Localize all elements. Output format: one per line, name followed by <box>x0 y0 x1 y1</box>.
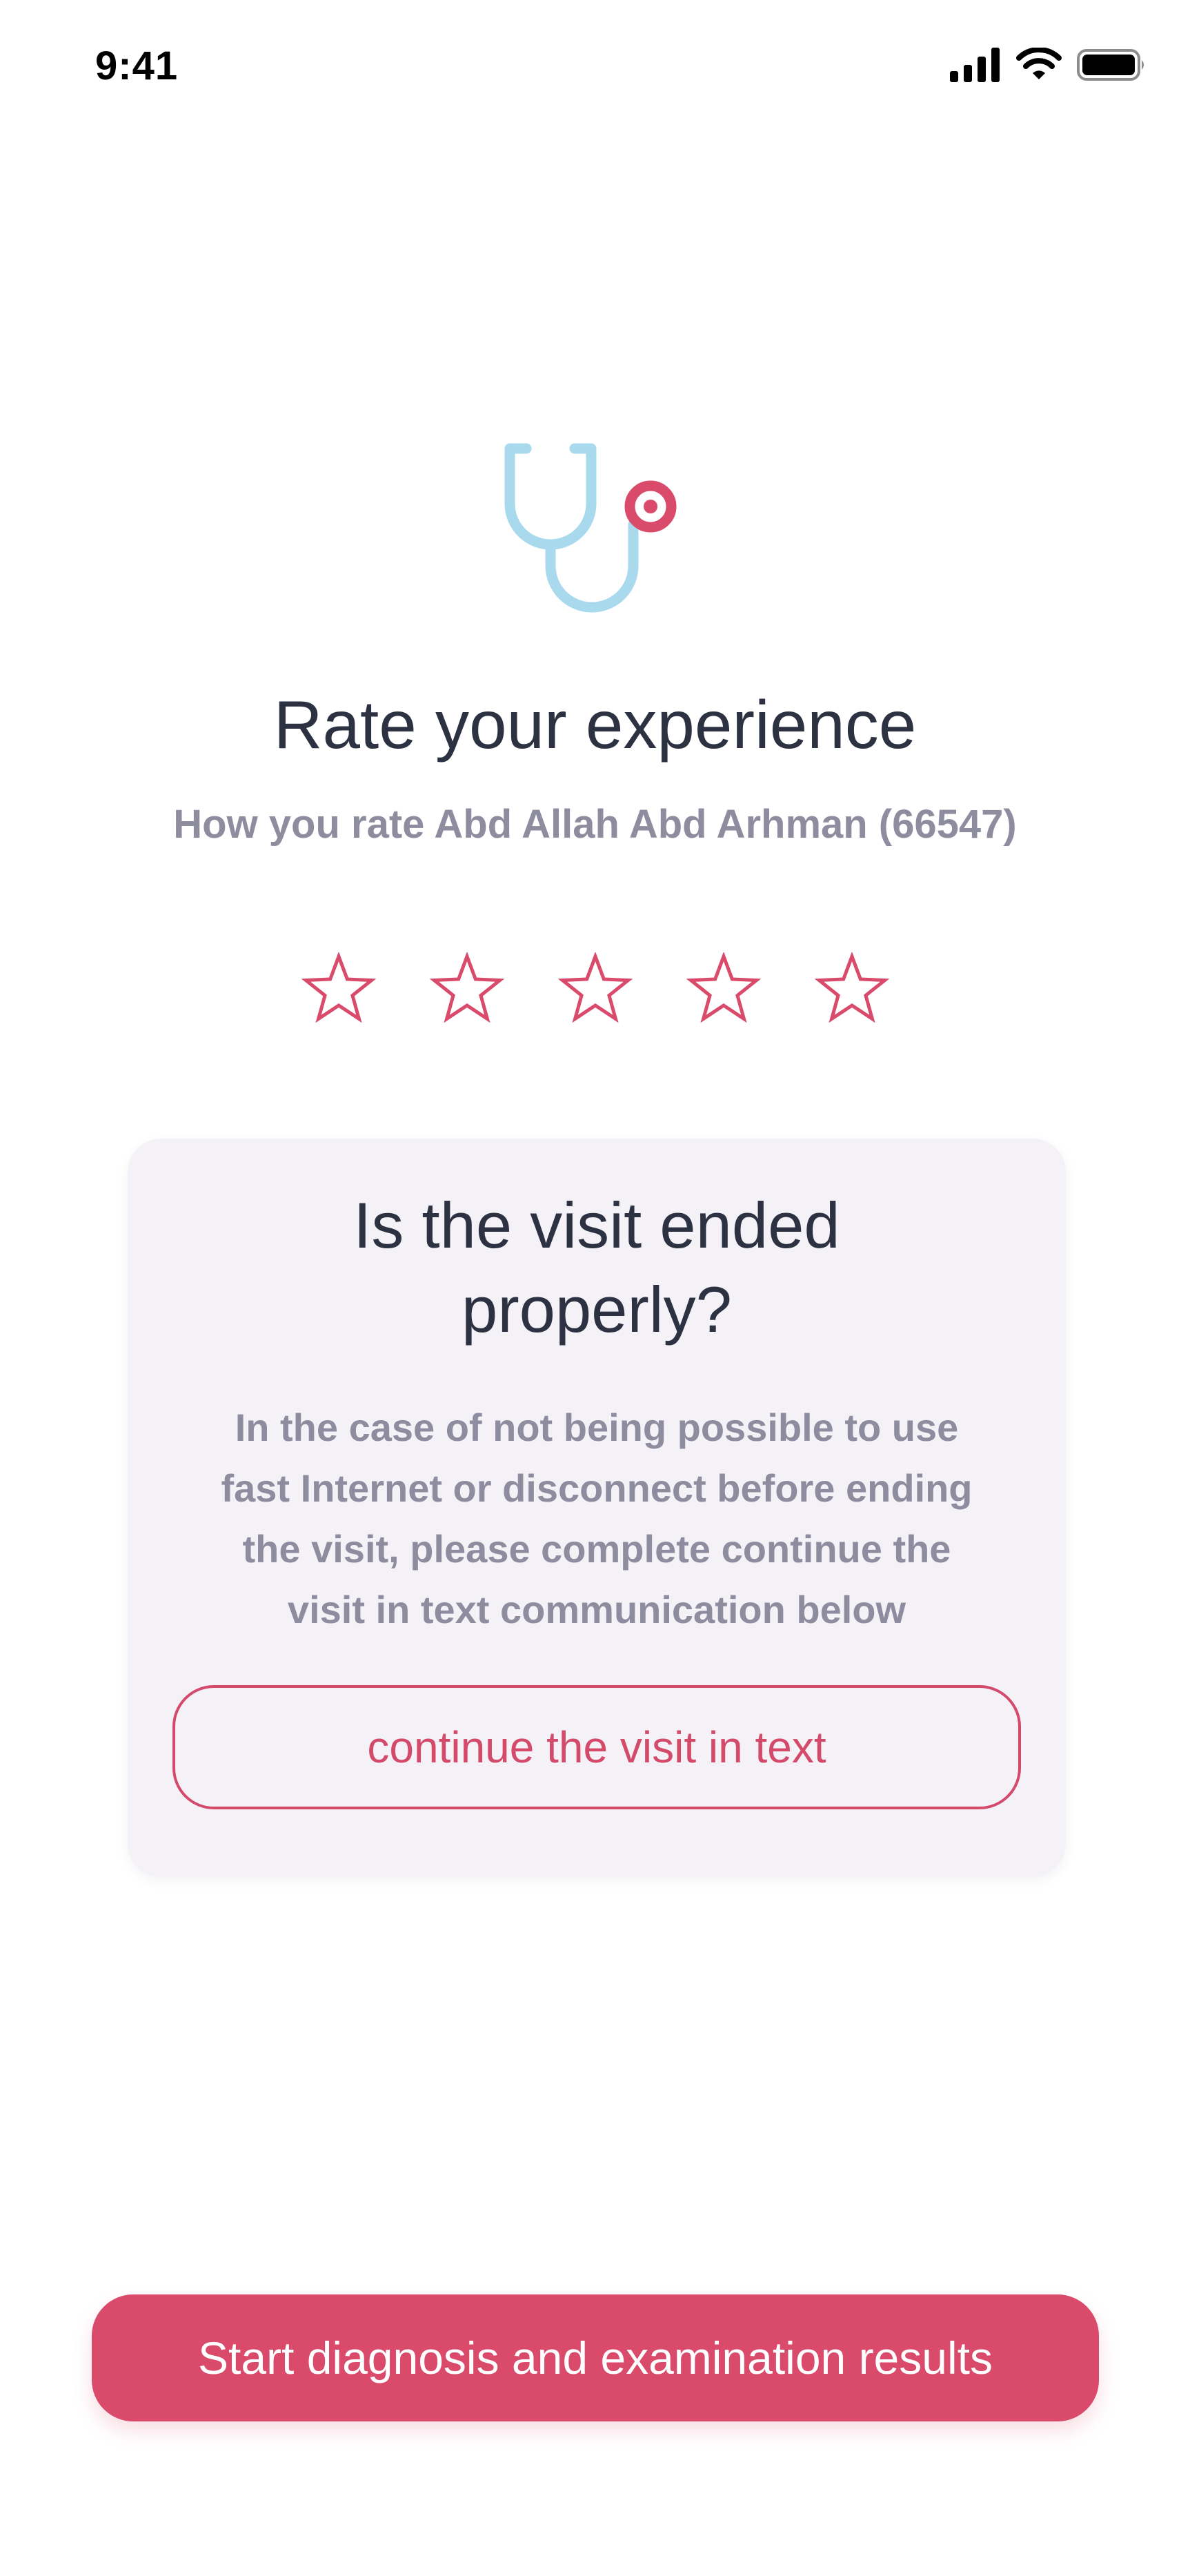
star-4-icon[interactable] <box>686 952 761 1027</box>
continue-in-text-button[interactable]: continue the visit in text <box>172 1685 1021 1809</box>
start-diagnosis-button[interactable]: Start diagnosis and examination results <box>92 2294 1099 2421</box>
star-rating <box>0 952 1190 1028</box>
star-1-icon[interactable] <box>301 952 376 1027</box>
card-title-line-1: Is the visit ended <box>353 1189 840 1261</box>
star-2-icon[interactable] <box>429 952 504 1027</box>
status-time: 9:41 <box>95 43 179 88</box>
battery-icon <box>1077 48 1147 86</box>
visit-status-card: Is the visit ended properly? In the case… <box>128 1139 1066 1877</box>
card-title-line-2: properly? <box>462 1273 732 1346</box>
status-bar: 9:41 <box>0 0 1190 131</box>
page-title: Rate your experience <box>273 687 917 763</box>
cellular-signal-icon <box>950 47 1001 86</box>
status-icons <box>950 46 1147 87</box>
rating-subtitle: How you rate Abd Allah Abd Arhman (66547… <box>173 802 1017 847</box>
card-title: Is the visit ended properly? <box>128 1183 1066 1352</box>
wifi-icon <box>1016 46 1062 86</box>
card-description: In the case of not being possible to use… <box>221 1406 973 1631</box>
star-5-icon[interactable] <box>814 952 889 1027</box>
star-3-icon[interactable] <box>557 952 633 1027</box>
stethoscope-icon <box>500 442 686 628</box>
